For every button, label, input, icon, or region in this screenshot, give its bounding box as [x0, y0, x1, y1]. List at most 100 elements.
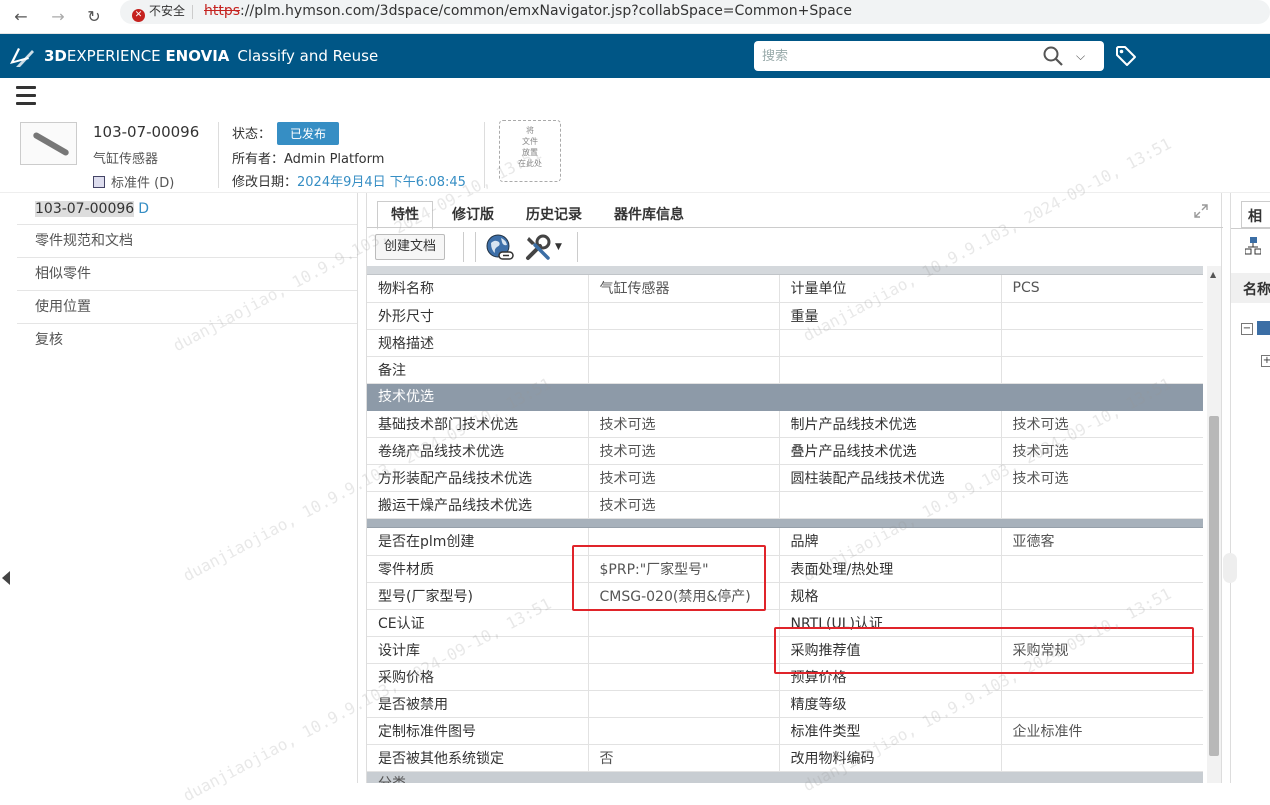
attribute-value[interactable]	[588, 356, 779, 384]
attribute-value[interactable]: 气缸传感器	[588, 275, 779, 303]
url-text[interactable]: https://plm.hymson.com/3dspace/common/em…	[204, 2, 852, 20]
reload-icon[interactable]: ↻	[81, 4, 107, 30]
attribute-value[interactable]	[588, 717, 779, 745]
nav-item-where-used[interactable]: 使用位置	[17, 291, 357, 324]
attribute-value[interactable]: 技术可选	[1001, 464, 1203, 492]
tools-icon[interactable]	[523, 233, 553, 263]
expand-node-icon[interactable]: +	[1261, 355, 1270, 367]
attribute-value[interactable]	[1001, 329, 1203, 357]
header-divider	[218, 122, 219, 188]
tab-related[interactable]: 相	[1241, 201, 1270, 228]
tab-revisions[interactable]: 修订版	[439, 202, 507, 228]
collapse-left-icon[interactable]	[2, 571, 10, 585]
attribute-row: 物料名称 气缸传感器 计量单位 PCS	[367, 275, 1203, 303]
scroll-up-icon[interactable]: ▲	[1210, 270, 1216, 279]
attribute-label: 是否被其他系统锁定	[367, 744, 589, 772]
object-name: 103-07-00096	[93, 123, 200, 141]
create-document-button[interactable]: 创建文档	[375, 234, 446, 260]
attribute-label: 制片产品线技术优选	[778, 410, 1002, 438]
attribute-value[interactable]: 技术可选	[1001, 410, 1203, 438]
main-panel: 特性 修订版 历史记录 器件库信息 创建文档 ▼ 物料名称 气缸传感器 计量单位 PCS 外形…	[366, 193, 1223, 783]
nav-item-part[interactable]: 103-07-00096 D	[17, 193, 357, 225]
attribute-label: 品牌	[778, 528, 1002, 556]
table-top-band	[367, 266, 1203, 275]
structure-tree-icon[interactable]	[1245, 237, 1261, 255]
attribute-label	[778, 329, 1002, 357]
drop-zone-line: 放置	[522, 148, 538, 157]
attribute-value[interactable]	[1001, 356, 1203, 384]
object-type: 标准件 (D)	[93, 172, 174, 191]
attribute-row: 是否被其他系统锁定否改用物料编码	[367, 744, 1203, 772]
revision-link[interactable]: D	[138, 201, 149, 217]
attribute-value[interactable]	[588, 663, 779, 691]
scrollbar-thumb[interactable]	[1209, 416, 1219, 756]
forward-icon[interactable]: →	[45, 4, 71, 30]
toolbar-divider	[475, 232, 476, 262]
tab-library-info[interactable]: 器件库信息	[601, 202, 697, 228]
attribute-value[interactable]	[1001, 302, 1203, 330]
attribute-label: 备注	[367, 356, 589, 384]
attribute-row: 搬运干燥产品线技术优选 技术可选	[367, 491, 1203, 519]
nav-item-review[interactable]: 复核	[17, 324, 357, 357]
status-label: 状态：	[232, 127, 272, 142]
attribute-value[interactable]: 亚德客	[1001, 528, 1203, 556]
attribute-label: 卷绕产品线技术优选	[367, 437, 589, 465]
tag-icon[interactable]	[1114, 44, 1138, 68]
attribute-value[interactable]: 技术可选	[588, 437, 779, 465]
search-input[interactable]	[762, 45, 1032, 67]
attribute-value[interactable]	[1001, 582, 1203, 610]
attribute-value[interactable]	[1001, 491, 1203, 519]
section-header-tech[interactable]: 技术优选	[367, 383, 1203, 411]
attribute-label	[778, 491, 1002, 519]
attribute-value[interactable]: 技术可选	[588, 410, 779, 438]
owner-value: Admin Platform	[284, 152, 385, 167]
attribute-value[interactable]: 企业标准件	[1001, 717, 1203, 745]
attribute-value[interactable]	[588, 609, 779, 637]
tech-attributes: 基础技术部门技术优选 技术可选 制片产品线技术优选 技术可选 卷绕产品线技术优选 技术可选…	[367, 410, 1203, 519]
part-thumbnail[interactable]	[20, 122, 77, 165]
menu-row	[0, 78, 1270, 116]
attribute-value[interactable]: 技术可选	[1001, 437, 1203, 465]
attribute-value[interactable]: 否	[588, 744, 779, 772]
file-drop-zone[interactable]: 将 文件 放置 在此处	[499, 120, 561, 182]
attribute-value[interactable]	[588, 329, 779, 357]
chevron-down-icon[interactable]: ⌵	[1076, 46, 1085, 66]
attribute-value[interactable]	[588, 302, 779, 330]
status-badge[interactable]: 已发布	[277, 122, 340, 145]
address-bar[interactable]: ✕ 不安全 https://plm.hymson.com/3dspace/comm…	[120, 0, 1270, 24]
modified-label: 修改日期：	[232, 175, 298, 190]
attribute-label	[778, 356, 1002, 384]
global-search[interactable]: ⌵	[754, 41, 1104, 71]
tab-history[interactable]: 历史记录	[513, 202, 595, 228]
attribute-value[interactable]	[1001, 690, 1203, 718]
security-indicator[interactable]: ✕ 不安全	[132, 2, 185, 22]
search-icon[interactable]	[1042, 45, 1064, 67]
attribute-label: 是否被禁用	[367, 690, 589, 718]
tab-properties[interactable]: 特性	[377, 201, 433, 230]
section-header-classification[interactable]: 分类	[367, 771, 1203, 783]
column-header-name[interactable]: 名称	[1231, 273, 1270, 303]
attribute-value[interactable]	[1001, 555, 1203, 583]
vertical-scrollbar[interactable]: ▲	[1207, 266, 1221, 783]
tree-node-icon[interactable]	[1257, 321, 1270, 335]
right-panel-handle[interactable]	[1223, 553, 1237, 583]
attribute-value[interactable]	[588, 690, 779, 718]
tools-dropdown-icon[interactable]: ▼	[555, 242, 562, 252]
attribute-value[interactable]: 技术可选	[588, 464, 779, 492]
nav-item-similar-parts[interactable]: 相似零件	[17, 258, 357, 291]
attribute-value[interactable]	[588, 636, 779, 664]
object-header: 103-07-00096 气缸传感器 标准件 (D) 状态： 已发布 所有者：Ad…	[0, 116, 1270, 193]
globe-link-icon[interactable]	[485, 233, 515, 263]
attribute-value[interactable]: PCS	[1001, 275, 1203, 303]
hamburger-menu-icon[interactable]	[16, 86, 36, 106]
collapse-node-icon[interactable]: −	[1241, 323, 1253, 335]
attribute-value[interactable]: 技术可选	[588, 491, 779, 519]
modified-line: 修改日期：2024年9月4日 下午6:08:45	[232, 171, 466, 190]
attribute-label: 型号(厂家型号)	[367, 582, 589, 610]
attribute-label: 定制标准件图号	[367, 717, 589, 745]
nav-item-specs-docs[interactable]: 零件规范和文档	[17, 225, 357, 258]
back-icon[interactable]: ←	[8, 4, 34, 30]
attribute-label: 标准件类型	[778, 717, 1002, 745]
attribute-value[interactable]	[1001, 744, 1203, 772]
expand-icon[interactable]	[1193, 203, 1209, 219]
